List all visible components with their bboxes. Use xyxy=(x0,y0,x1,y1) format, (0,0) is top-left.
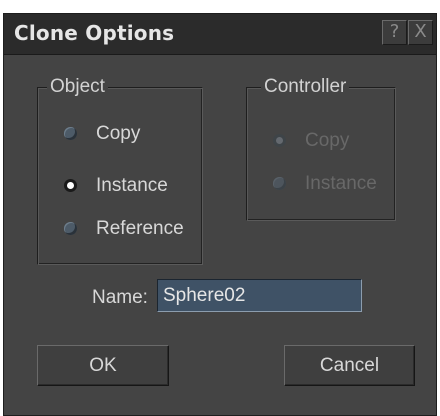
object-reference-label[interactable]: Reference xyxy=(96,217,184,241)
controller-group: Controller Copy Instance xyxy=(246,75,396,221)
radio-checked-icon[interactable] xyxy=(64,179,77,192)
name-label: Name: xyxy=(92,287,148,308)
object-instance-label[interactable]: Instance xyxy=(96,174,168,198)
radio-checked-icon xyxy=(273,134,286,147)
close-icon[interactable]: X xyxy=(408,20,433,45)
object-group-legend: Object xyxy=(47,75,108,99)
controller-copy-label: Copy xyxy=(305,130,350,151)
name-input[interactable] xyxy=(157,279,362,312)
radio-unchecked-icon[interactable] xyxy=(64,222,77,235)
ok-button[interactable]: OK xyxy=(37,345,169,386)
object-copy-label[interactable]: Copy xyxy=(96,122,140,146)
clone-options-dialog: Clone Options ? X Object Copy Instance R… xyxy=(3,13,437,416)
controller-group-legend: Controller xyxy=(261,75,350,99)
object-group: Object Copy Instance Reference xyxy=(37,75,203,265)
window-title: Clone Options xyxy=(14,21,175,45)
radio-unchecked-icon xyxy=(273,177,286,190)
title-bar[interactable]: Clone Options ? X xyxy=(4,14,436,55)
help-icon[interactable]: ? xyxy=(382,20,407,45)
cancel-button[interactable]: Cancel xyxy=(284,345,415,386)
radio-unchecked-icon[interactable] xyxy=(64,127,77,140)
controller-instance-label: Instance xyxy=(305,173,377,194)
